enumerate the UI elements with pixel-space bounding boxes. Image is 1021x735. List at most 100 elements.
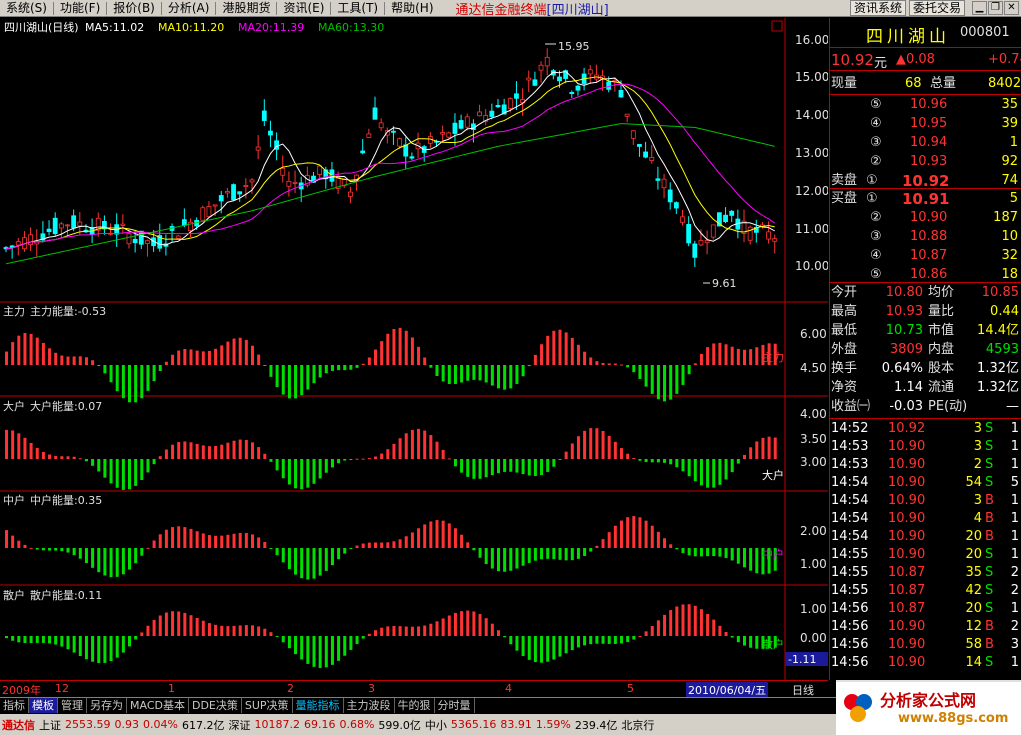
energy-bar (177, 526, 181, 548)
tab-indicator[interactable]: 指标 (0, 698, 29, 713)
energy-bar (275, 548, 279, 556)
tab-sup[interactable]: SUP决策 (242, 698, 293, 713)
y-tick: 4.00 (800, 407, 827, 421)
menu-tools[interactable]: 工具(T) (331, 0, 384, 17)
menu-info[interactable]: 资讯(E) (277, 0, 330, 17)
stat-value: 1.32亿 (977, 361, 1019, 376)
sz-label: 深证 (228, 718, 251, 732)
trade-button[interactable]: 委托交易 (909, 0, 966, 16)
energy-bar (324, 548, 328, 571)
energy-bar (478, 365, 482, 381)
y-tick: 15.00 (795, 70, 828, 84)
energy-bar (576, 436, 580, 459)
energy-bar (656, 531, 660, 548)
energy-bar (484, 548, 488, 565)
candle-body (268, 130, 273, 136)
energy-bar (675, 548, 679, 550)
y-tick: 4.50 (800, 361, 827, 375)
energy-bar (189, 442, 193, 459)
energy-bar (195, 617, 199, 636)
minimize-icon[interactable]: ▁ (972, 1, 987, 15)
kline-chart[interactable]: 16.00 15.00 14.00 13.00 12.00 11.00 10.0… (0, 18, 828, 680)
energy-bar (23, 437, 27, 459)
energy-bar (66, 636, 70, 650)
energy-bar (361, 543, 365, 548)
energy-bar (115, 548, 119, 577)
high-label: 15.95 (558, 40, 590, 53)
tab-intraday-volume[interactable]: 分时量 (435, 698, 475, 713)
energy-bar (146, 459, 150, 473)
sell-volume: 39 (1001, 116, 1018, 131)
energy-bar (435, 520, 439, 548)
buy-volume: 187 (993, 210, 1018, 225)
info-system-button[interactable]: 资讯系统 (850, 0, 907, 16)
tab-volume-energy[interactable]: 量能指标 (293, 698, 344, 713)
sub2-tag: 大户 (762, 468, 784, 482)
tab-manage[interactable]: 管理 (58, 698, 87, 713)
tab-main-wave[interactable]: 主力波段 (344, 698, 395, 713)
tick-price: 10.90 (888, 547, 926, 562)
sub4-title: 散户 (3, 588, 25, 602)
energy-bar (257, 354, 261, 365)
menu-analysis[interactable]: 分析(A) (162, 0, 216, 17)
buy-level: ② (870, 210, 882, 225)
tick-volume: 3 (973, 439, 982, 454)
energy-bar (281, 459, 285, 479)
energy-bar (189, 349, 193, 365)
tab-macd[interactable]: MACD基本 (127, 698, 189, 713)
tick-volume: 20 (965, 601, 982, 616)
tick-time: 14:55 (831, 565, 869, 580)
menu-hk-futures[interactable]: 港股期货 (216, 0, 276, 17)
y-tick: 12.00 (795, 184, 828, 198)
energy-bar (681, 604, 685, 636)
tab-bull[interactable]: 牛的狠 (395, 698, 435, 713)
tab-save-as[interactable]: 另存为 (87, 698, 127, 713)
time-axis-month: 12 (55, 682, 69, 695)
candle-body (175, 235, 181, 239)
candle-body (649, 156, 655, 161)
stat-row: 换手 0.64% 股本 1.32亿 (830, 360, 1021, 378)
menu-help[interactable]: 帮助(H) (385, 0, 439, 17)
energy-bar (410, 337, 414, 365)
energy-bar (128, 365, 131, 403)
buy-level: ④ (870, 248, 882, 263)
candle-body (569, 92, 575, 95)
energy-bar (361, 363, 365, 365)
energy-bar (755, 636, 759, 649)
tick-time: 14:56 (831, 637, 869, 652)
y-tick: 3.50 (800, 432, 827, 446)
tab-template[interactable]: 模板 (29, 698, 58, 713)
energy-bar (576, 548, 580, 559)
energy-bar (275, 636, 279, 637)
energy-bar (312, 365, 316, 384)
stat-label: 股本 (928, 361, 955, 376)
tick-time: 14:53 (831, 439, 869, 454)
tick-side: B (985, 511, 994, 526)
energy-bar (11, 636, 15, 641)
restore-icon[interactable]: ❐ (988, 1, 1003, 15)
energy-bar (404, 626, 408, 636)
energy-bar (152, 365, 156, 382)
menu-quote[interactable]: 报价(B) (107, 0, 161, 17)
energy-bar (675, 365, 679, 394)
energy-bar (423, 524, 427, 548)
stat-label: 最低 (831, 323, 858, 338)
energy-bar (755, 548, 759, 574)
close-icon[interactable]: ✕ (1004, 1, 1019, 15)
energy-bar (681, 365, 685, 385)
energy-bar (613, 636, 617, 644)
energy-bar (48, 454, 52, 459)
period-label[interactable]: 日线 (792, 682, 814, 698)
energy-bar (201, 351, 205, 365)
tab-dde[interactable]: DDE决策 (189, 698, 242, 713)
tick-time: 14:53 (831, 457, 869, 472)
energy-bar (503, 365, 507, 390)
menu-system[interactable]: 系统(S) (0, 0, 53, 17)
energy-bar (699, 548, 703, 557)
energy-bar (607, 363, 611, 365)
energy-bar (386, 333, 390, 365)
zx-label: 中小 (424, 718, 447, 732)
menu-function[interactable]: 功能(F) (54, 0, 106, 17)
candle-body (680, 216, 685, 223)
tick-side: S (985, 457, 994, 472)
